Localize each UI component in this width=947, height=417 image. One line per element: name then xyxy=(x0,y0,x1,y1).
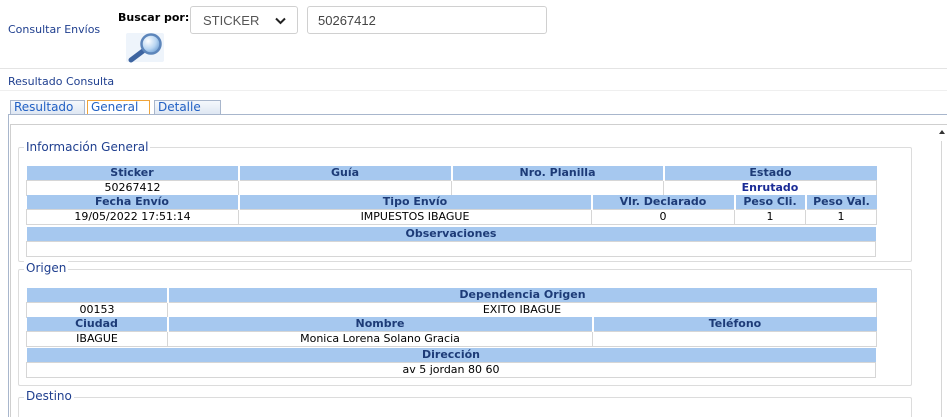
search-by-selected-value: STICKER xyxy=(203,13,260,28)
table-header-row: Dependencia Origen xyxy=(26,288,877,303)
search-button[interactable] xyxy=(125,32,165,63)
general-shipment-table: Fecha Envío Tipo Envío Vlr. Declarado Pe… xyxy=(26,195,877,225)
table-row: av 5 jordan 80 60 xyxy=(26,362,876,378)
col-header-nro-planilla: Nro. Planilla xyxy=(450,166,664,181)
chevron-down-icon xyxy=(275,17,286,25)
table-row: 50267412 Enrutado xyxy=(26,180,877,196)
col-header-peso-cli: Peso Cli. xyxy=(733,195,806,210)
general-info-legend: Información General xyxy=(24,140,151,154)
scrollbar-track[interactable] xyxy=(941,141,942,417)
cell-fecha-envio: 19/05/2022 17:51:14 xyxy=(26,209,239,225)
col-header-peso-val: Peso Val. xyxy=(804,195,877,210)
col-header-telefono: Teléfono xyxy=(591,317,877,332)
origin-address-table: Dirección av 5 jordan 80 60 xyxy=(26,348,876,378)
col-header-dependencia-origen: Dependencia Origen xyxy=(166,288,877,303)
table-row: 19/05/2022 17:51:14 IMPUESTOS IBAGUE 0 1… xyxy=(26,209,877,225)
cell-peso-val: 1 xyxy=(805,209,877,225)
cell-sticker: 50267412 xyxy=(26,180,239,196)
cell-dependencia-origen: EXITO IBAGUE xyxy=(167,302,877,318)
cell-nombre: Monica Lorena Solano Gracia xyxy=(167,331,593,347)
col-header-sticker: Sticker xyxy=(26,166,239,181)
section-divider xyxy=(0,90,947,91)
search-input[interactable] xyxy=(307,6,547,34)
table-header-row: Dirección xyxy=(26,348,876,363)
cell-ciudad: IBAGUE xyxy=(26,331,168,347)
general-id-table: Sticker Guía Nro. Planilla Estado 502674… xyxy=(26,166,877,196)
col-header-tipo-envio: Tipo Envío xyxy=(237,195,592,210)
cell-nro-planilla xyxy=(451,180,664,196)
table-row: IBAGUE Monica Lorena Solano Gracia xyxy=(26,331,877,347)
table-row: 00153 EXITO IBAGUE xyxy=(26,302,877,318)
tab-detalle[interactable]: Detalle xyxy=(154,100,221,115)
cell-codigo-dependencia: 00153 xyxy=(26,302,168,318)
origin-dependency-table: Dependencia Origen 00153 EXITO IBAGUE xyxy=(26,288,877,318)
search-by-select[interactable]: STICKER xyxy=(190,6,298,34)
origin-legend: Origen xyxy=(24,261,69,275)
table-header-row: Fecha Envío Tipo Envío Vlr. Declarado Pe… xyxy=(26,195,877,210)
cell-telefono xyxy=(592,331,877,347)
col-header-ciudad: Ciudad xyxy=(26,317,168,332)
vertical-scrollbar[interactable] xyxy=(937,124,947,417)
table-row xyxy=(26,241,876,257)
col-header-fecha-envio: Fecha Envío xyxy=(26,195,239,210)
cell-observaciones xyxy=(26,241,876,257)
cell-peso-cli: 1 xyxy=(734,209,806,225)
scroll-up-icon[interactable] xyxy=(939,130,945,134)
cell-estado: Enrutado xyxy=(663,180,877,196)
col-header-blank xyxy=(26,288,168,303)
cell-direccion: av 5 jordan 80 60 xyxy=(26,362,876,378)
col-header-guia: Guía xyxy=(237,166,452,181)
cell-vlr-declarado: 0 xyxy=(591,209,735,225)
table-header-row: Sticker Guía Nro. Planilla Estado xyxy=(26,166,877,181)
consultar-envios-link[interactable]: Consultar Envíos xyxy=(8,23,100,37)
origin-contact-table: Ciudad Nombre Teléfono IBAGUE Monica Lor… xyxy=(26,317,877,347)
tab-general[interactable]: General xyxy=(87,100,150,115)
destination-fieldset xyxy=(18,397,912,417)
col-header-direccion: Dirección xyxy=(26,348,876,363)
results-section-title: Resultado Consulta xyxy=(8,75,115,88)
destination-legend: Destino xyxy=(24,389,74,403)
col-header-estado: Estado xyxy=(662,166,877,181)
cell-tipo-envio: IMPUESTOS IBAGUE xyxy=(238,209,592,225)
col-header-nombre: Nombre xyxy=(166,317,593,332)
col-header-vlr-declarado: Vlr. Declarado xyxy=(590,195,735,210)
magnifier-icon xyxy=(126,33,164,63)
col-header-observaciones: Observaciones xyxy=(26,227,876,242)
tab-resultado[interactable]: Resultado xyxy=(10,100,85,115)
header-divider xyxy=(0,68,947,69)
table-header-row: Observaciones xyxy=(26,227,876,242)
table-header-row: Ciudad Nombre Teléfono xyxy=(26,317,877,332)
observations-table: Observaciones xyxy=(26,227,876,257)
cell-guia xyxy=(238,180,452,196)
search-by-label: Buscar por: xyxy=(118,11,190,24)
